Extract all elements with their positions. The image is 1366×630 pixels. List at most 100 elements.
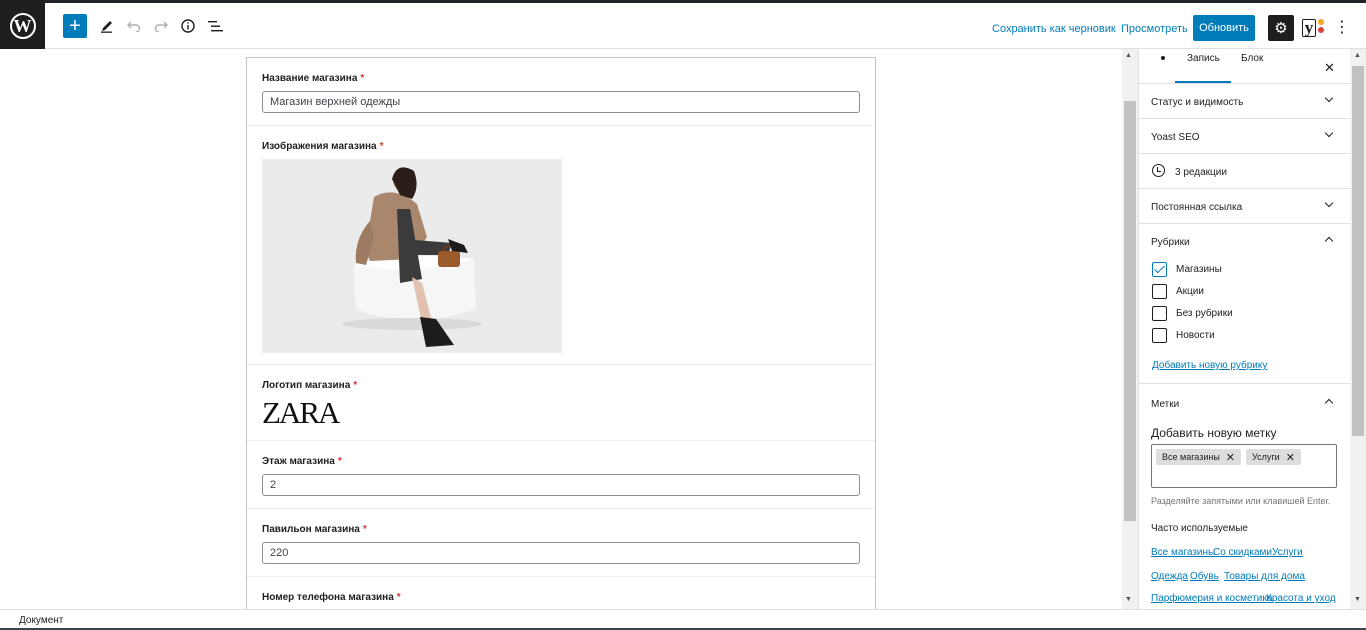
panel-categories: Рубрики Магазины Акции Без рубрики Новос…	[1139, 224, 1350, 384]
wordpress-logo-button[interactable]: W	[0, 0, 45, 52]
undo-button[interactable]	[122, 13, 146, 39]
frequent-tag-link[interactable]: Товары для дома	[1224, 571, 1305, 582]
close-sidebar-button[interactable]: ✕	[1324, 60, 1335, 76]
frequent-tag-link[interactable]: Со скидками	[1213, 547, 1272, 558]
shop-logo-image[interactable]: ZARA	[262, 397, 340, 428]
remove-tag-icon[interactable]: ✕	[1286, 451, 1295, 464]
panel-revisions[interactable]: 3 редакции	[1139, 154, 1350, 189]
yoast-seo-dot	[1318, 27, 1324, 33]
category-label: Новости	[1176, 330, 1215, 341]
tags-input[interactable]: Все магазины ✕ Услуги ✕	[1151, 444, 1337, 488]
field-label: Название магазина *	[262, 73, 365, 84]
add-block-button[interactable]: +	[63, 14, 87, 38]
frequent-tag-link[interactable]: Все магазины	[1151, 547, 1215, 558]
category-checkbox[interactable]	[1152, 262, 1167, 277]
category-label: Без рубрики	[1176, 308, 1233, 319]
scroll-down-arrow-icon[interactable]: ▼	[1125, 596, 1132, 603]
chevron-up-icon[interactable]	[1323, 395, 1335, 407]
tab-post[interactable]: Запись	[1187, 53, 1220, 64]
list-view-button[interactable]	[203, 13, 227, 39]
canvas-scrollbar[interactable]: ▲ ▼	[1122, 49, 1138, 609]
redo-icon	[154, 21, 168, 32]
panel-title: Постоянная ссылка	[1151, 202, 1243, 213]
add-tag-label: Добавить новую метку	[1151, 426, 1277, 440]
revisions-icon	[1152, 164, 1165, 177]
yoast-readability-dot	[1318, 19, 1324, 25]
frequent-tag-link[interactable]: Услуги	[1272, 547, 1303, 558]
category-checkbox[interactable]	[1152, 328, 1167, 343]
dot-icon	[1161, 56, 1165, 60]
panel-permalink[interactable]: Постоянная ссылка	[1139, 189, 1350, 224]
chevron-down-icon	[1323, 128, 1335, 140]
redo-button[interactable]	[149, 13, 173, 39]
close-icon: ✕	[1324, 60, 1335, 75]
more-options-button[interactable]: ⋮	[1334, 17, 1350, 39]
plus-icon: +	[69, 15, 81, 37]
category-item[interactable]: Новости	[1152, 328, 1215, 343]
yoast-seo-button[interactable]: y	[1302, 17, 1326, 39]
category-label: Магазины	[1176, 264, 1222, 275]
category-item[interactable]: Магазины	[1152, 262, 1222, 277]
wordpress-icon: W	[9, 13, 36, 39]
scroll-up-arrow-icon[interactable]: ▲	[1125, 52, 1132, 59]
shop-photo	[262, 159, 562, 353]
shop-image[interactable]	[262, 159, 562, 353]
add-category-link[interactable]: Добавить новую рубрику	[1152, 360, 1267, 371]
pencil-icon	[101, 21, 112, 33]
frequent-tag-link[interactable]: Красота и уход	[1266, 593, 1336, 604]
field-label: Изображения магазина *	[262, 141, 384, 152]
panel-title: Статус и видимость	[1151, 97, 1244, 108]
settings-button[interactable]: ⚙	[1268, 15, 1294, 41]
breadcrumb-document[interactable]: Документ	[19, 615, 63, 626]
editor-header: W + Сохранить как черновик Просмотреть О…	[0, 0, 1366, 52]
field-label: Павильон магазина *	[262, 524, 367, 535]
field-shop-pavilion: Павильон магазина * 220	[247, 509, 875, 577]
sidebar-tabs: Запись Блок ✕	[1139, 49, 1350, 84]
save-draft-button[interactable]: Сохранить как черновик	[992, 23, 1116, 35]
editor-footer: Документ	[0, 609, 1366, 630]
category-checkbox[interactable]	[1152, 284, 1167, 299]
active-tab-indicator	[1175, 81, 1231, 83]
shop-floor-input[interactable]: 2	[262, 474, 860, 496]
field-shop-logo: Логотип магазина * ZARA	[247, 365, 875, 441]
shop-pavilion-input[interactable]: 220	[262, 542, 860, 564]
shop-fields-form: Название магазина * Магазин верхней одежд…	[246, 57, 876, 609]
preview-button[interactable]: Просмотреть	[1121, 23, 1188, 35]
tags-help-text: Разделяйте запятыми или клавишей Enter.	[1151, 496, 1331, 506]
category-label: Акции	[1176, 286, 1204, 297]
scroll-down-arrow-icon[interactable]: ▼	[1354, 596, 1361, 603]
sidebar-scrollbar-thumb[interactable]	[1352, 66, 1364, 436]
tools-button[interactable]	[95, 13, 119, 39]
list-view-icon	[207, 20, 223, 31]
panel-title: Yoast SEO	[1151, 132, 1200, 143]
panel-title[interactable]: Метки	[1151, 399, 1179, 410]
tab-block[interactable]: Блок	[1241, 53, 1263, 64]
sidebar-scrollbar[interactable]: ▲ ▼	[1350, 49, 1366, 609]
remove-tag-icon[interactable]: ✕	[1226, 451, 1235, 464]
frequent-tag-link[interactable]: Одежда	[1151, 571, 1188, 582]
frequent-tag-link[interactable]: Обувь	[1190, 571, 1219, 582]
details-button[interactable]	[176, 13, 200, 39]
info-icon	[181, 19, 195, 33]
category-item[interactable]: Без рубрики	[1152, 306, 1233, 321]
chevron-up-icon[interactable]	[1323, 233, 1335, 245]
panel-status-visibility[interactable]: Статус и видимость	[1139, 84, 1350, 119]
canvas-scrollbar-thumb[interactable]	[1124, 101, 1136, 521]
frequent-tag-link[interactable]: Парфюмерия и косметика	[1151, 593, 1273, 604]
panel-yoast-seo[interactable]: Yoast SEO	[1139, 119, 1350, 154]
scroll-up-arrow-icon[interactable]: ▲	[1354, 52, 1361, 59]
category-checkbox[interactable]	[1152, 306, 1167, 321]
category-item[interactable]: Акции	[1152, 284, 1204, 299]
panel-tags: Метки Добавить новую метку Все магазины ✕…	[1139, 384, 1350, 609]
gear-icon: ⚙	[1274, 20, 1288, 37]
panel-title[interactable]: Рубрики	[1151, 237, 1190, 248]
more-vertical-icon: ⋮	[1334, 19, 1350, 36]
shop-name-input[interactable]: Магазин верхней одежды	[262, 91, 860, 113]
update-button[interactable]: Обновить	[1193, 15, 1255, 41]
tag-chip: Услуги ✕	[1246, 449, 1301, 465]
tag-chip: Все магазины ✕	[1156, 449, 1242, 465]
field-shop-name: Название магазина * Магазин верхней одежд…	[247, 58, 875, 126]
field-shop-images: Изображения магазина *	[247, 126, 875, 365]
yoast-icon: y	[1302, 19, 1316, 37]
undo-icon	[127, 21, 141, 32]
